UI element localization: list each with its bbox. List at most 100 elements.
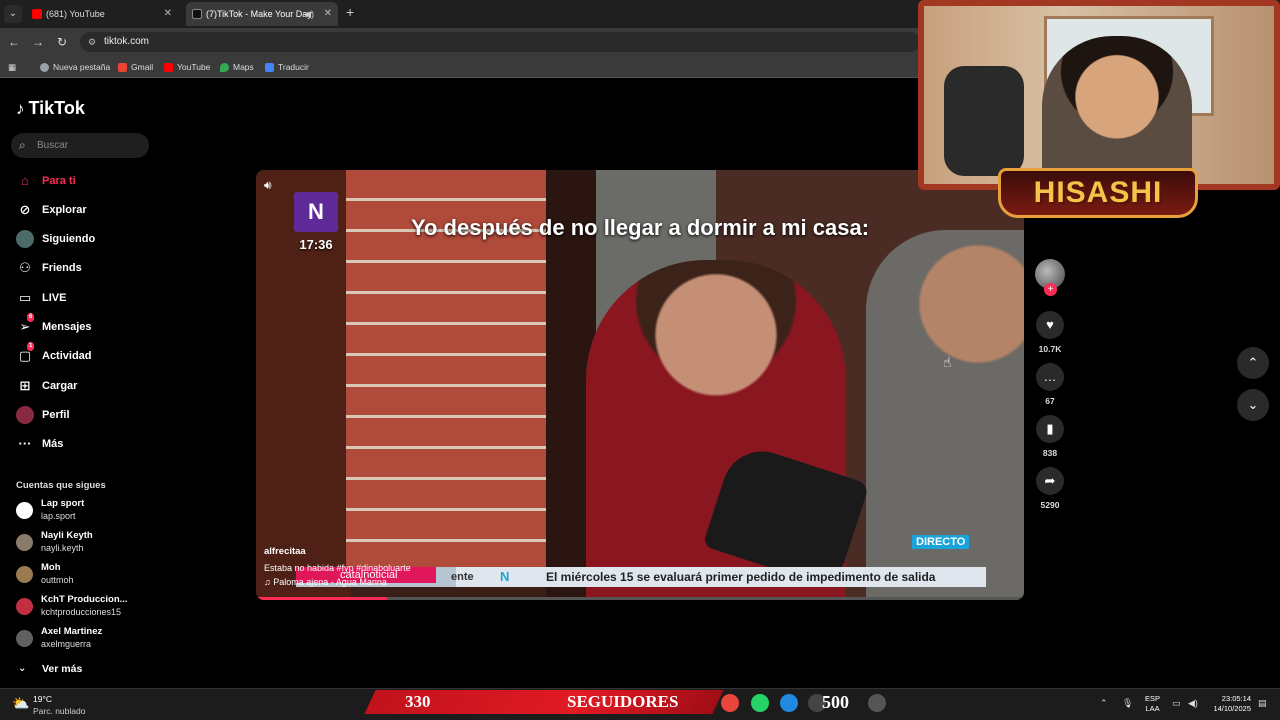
url-text: tiktok.com bbox=[104, 36, 150, 47]
avatar bbox=[16, 502, 33, 519]
network-icon[interactable]: ▭ bbox=[1172, 698, 1181, 709]
bookmark-traducir[interactable]: Traducir bbox=[265, 60, 309, 74]
nav-para-ti[interactable]: ⌂ Para ti bbox=[16, 171, 76, 191]
live-icon: ▭ bbox=[18, 290, 32, 305]
gmail-icon bbox=[118, 63, 127, 72]
bookmark-label: Nueva pestaña bbox=[53, 62, 111, 72]
chrome-icon[interactable] bbox=[721, 694, 739, 712]
nav-explorar[interactable]: ⊘ Explorar bbox=[16, 200, 87, 220]
close-icon[interactable]: ✕ bbox=[324, 2, 332, 26]
video-author[interactable]: alfrecitaa bbox=[264, 546, 306, 557]
lang-code: ESP bbox=[1145, 694, 1161, 703]
microphone-icon[interactable]: 🎙︎ bbox=[1122, 698, 1133, 709]
globe-icon bbox=[40, 63, 49, 72]
tab-tiktok[interactable]: (7)TikTok - Make Your Day ◀) ✕ bbox=[186, 2, 338, 26]
search-input[interactable]: ⌕ Buscar bbox=[11, 133, 149, 158]
bookmark-youtube[interactable]: YouTube bbox=[164, 60, 210, 74]
follow-button[interactable]: + bbox=[1044, 283, 1057, 296]
clock-time: 23:05:14 bbox=[1221, 694, 1251, 703]
back-icon[interactable]: ← bbox=[4, 32, 24, 52]
language-indicator[interactable]: ESP LAA bbox=[1145, 694, 1160, 714]
system-clock[interactable]: 23:05:14 14/10/2025 bbox=[1205, 694, 1251, 714]
address-bar[interactable]: ⚙ tiktok.com bbox=[80, 32, 920, 52]
account-item[interactable]: Lap sport lap.sport bbox=[16, 498, 84, 524]
bookmark-label: YouTube bbox=[177, 62, 211, 72]
progress-fill bbox=[256, 597, 387, 600]
nav-label: Cargar bbox=[42, 380, 78, 392]
nav-cargar[interactable]: ⊞ Cargar bbox=[16, 376, 78, 396]
chevron-up-icon[interactable]: ⌃ bbox=[1100, 698, 1108, 709]
account-handle: lap.sport bbox=[41, 511, 76, 521]
edge-icon[interactable] bbox=[780, 694, 798, 712]
nav-siguiendo[interactable]: Siguiendo bbox=[16, 229, 95, 249]
tab-search-button[interactable]: ⌄ bbox=[4, 5, 22, 23]
account-handle: nayli.keyth bbox=[41, 543, 84, 553]
new-tab-button[interactable]: + bbox=[346, 4, 354, 20]
tab-youtube[interactable]: (681) YouTube ✕ bbox=[26, 2, 178, 26]
bookmark-nueva-pestana[interactable]: Nueva pestaña bbox=[40, 60, 110, 74]
volume-icon[interactable]: 🔊︎ bbox=[264, 178, 272, 193]
close-icon[interactable]: ✕ bbox=[164, 2, 172, 26]
nav-label: Para ti bbox=[42, 175, 76, 187]
share-count: 5290 bbox=[1040, 500, 1060, 510]
tiktok-logo[interactable]: ♪ TikTok bbox=[16, 98, 85, 119]
account-item[interactable]: Axel Martinez axelmguerra bbox=[16, 626, 102, 652]
search-placeholder: Buscar bbox=[37, 140, 69, 151]
account-item[interactable]: Moh outtmoh bbox=[16, 562, 74, 588]
apps-icon[interactable]: ▦ bbox=[8, 60, 16, 74]
nav-mensajes[interactable]: ➢ 6 Mensajes bbox=[16, 313, 92, 337]
account-item[interactable]: KchT Produccion... kchtproducciones15 bbox=[16, 594, 128, 620]
weather-icon[interactable]: ⛅ bbox=[12, 695, 29, 712]
previous-video-button[interactable]: ⌃ bbox=[1237, 347, 1269, 379]
app-icon[interactable] bbox=[868, 694, 886, 712]
nav-perfil[interactable]: Perfil bbox=[16, 405, 70, 425]
whatsapp-icon[interactable] bbox=[751, 694, 769, 712]
reload-icon[interactable]: ↻ bbox=[52, 32, 72, 52]
forward-icon[interactable]: → bbox=[28, 32, 48, 52]
search-icon: ⌕ bbox=[19, 138, 26, 152]
hand-cursor-icon: ☝ bbox=[943, 354, 952, 370]
comment-action[interactable]: … 67 bbox=[1036, 363, 1064, 406]
video-scene bbox=[256, 170, 351, 600]
chevron-up-icon: ⌃ bbox=[1247, 355, 1259, 370]
nav-actividad[interactable]: ▢ 1 Actividad bbox=[16, 342, 92, 366]
share-action[interactable]: ➦ 5290 bbox=[1036, 467, 1064, 510]
channel-logo: N bbox=[294, 192, 338, 232]
nav-label: Explorar bbox=[42, 204, 87, 216]
next-video-button[interactable]: ⌄ bbox=[1237, 389, 1269, 421]
chevron-down-icon: ⌄ bbox=[1247, 397, 1259, 412]
video-player[interactable]: 🔊︎ N 17:36 Yo después de no llegar a dor… bbox=[256, 170, 1024, 600]
avatar bbox=[16, 630, 33, 647]
video-music[interactable]: ♫ Paloma ajena - Agua Marina bbox=[264, 577, 387, 587]
see-more-button[interactable]: ⌄ Ver más bbox=[18, 663, 82, 675]
share-icon[interactable]: ➦ bbox=[1036, 467, 1064, 495]
account-item[interactable]: Nayli Keyth nayli.keyth bbox=[16, 530, 93, 556]
lang-layout: LAA bbox=[1145, 704, 1160, 713]
home-icon: ⌂ bbox=[21, 173, 29, 188]
bookmark-icon[interactable]: ▮ bbox=[1036, 415, 1064, 443]
nav-live[interactable]: ▭ LIVE bbox=[16, 288, 67, 308]
webcam-scene bbox=[1042, 36, 1192, 184]
nav-friends[interactable]: ⚇ Friends bbox=[16, 258, 82, 278]
logo-text: TikTok bbox=[28, 98, 85, 118]
notification-icon[interactable]: ▤ bbox=[1258, 698, 1267, 709]
notification-badge: 6 bbox=[27, 313, 35, 322]
weather-temp: 19°C bbox=[33, 694, 52, 704]
video-progress-bar[interactable] bbox=[256, 597, 1024, 600]
like-action[interactable]: ♥ 10.7K bbox=[1036, 311, 1064, 354]
comment-icon[interactable]: … bbox=[1036, 363, 1064, 391]
bookmark-maps[interactable]: Maps bbox=[220, 60, 254, 74]
heart-icon[interactable]: ♥ bbox=[1036, 311, 1064, 339]
more-icon: ··· bbox=[18, 436, 32, 451]
music-label: Paloma ajena - Agua Marina bbox=[273, 577, 387, 587]
speaker-icon[interactable]: ◀) bbox=[1188, 698, 1198, 709]
bookmark-gmail[interactable]: Gmail bbox=[118, 60, 153, 74]
live-badge: DIRECTO bbox=[912, 535, 970, 549]
speaker-icon[interactable]: ◀) bbox=[304, 2, 314, 26]
following-section-title: Cuentas que sigues bbox=[16, 480, 106, 491]
nav-mas[interactable]: ··· Más bbox=[16, 434, 64, 454]
save-action[interactable]: ▮ 838 bbox=[1036, 415, 1064, 458]
site-info-icon[interactable]: ⚙ bbox=[88, 32, 96, 52]
webcam-overlay: HISASHI bbox=[918, 0, 1280, 220]
followers-count: 330 bbox=[405, 692, 431, 711]
